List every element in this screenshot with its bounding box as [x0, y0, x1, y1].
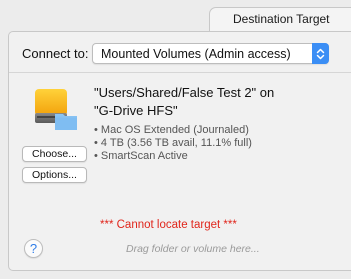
detail-capacity: • 4 TB (3.56 TB avail, 11.1% full) [94, 137, 252, 149]
divider [9, 72, 351, 73]
detail-format: • Mac OS Extended (Journaled) [94, 124, 249, 136]
detail-smartscan: • SmartScan Active [94, 150, 188, 162]
hard-drive-folder-icon [33, 86, 79, 132]
target-details: • Mac OS Extended (Journaled) • 4 TB (3.… [94, 124, 252, 163]
connect-to-selected-value: Mounted Volumes (Admin access) [101, 47, 291, 61]
choose-button[interactable]: Choose... [22, 146, 87, 162]
options-button[interactable]: Options... [22, 167, 87, 183]
help-button[interactable]: ? [24, 239, 43, 258]
tab-label: Destination Target [233, 12, 330, 26]
connect-to-label: Connect to: [22, 46, 89, 61]
drop-zone-hint[interactable]: Drag folder or volume here... [126, 243, 260, 255]
up-down-chevrons-icon [312, 43, 329, 64]
target-title: "Users/Shared/False Test 2" on "G-Drive … [94, 85, 275, 118]
status-message: *** Cannot locate target *** [100, 219, 237, 231]
connect-to-select[interactable]: Mounted Volumes (Admin access) [92, 43, 329, 64]
